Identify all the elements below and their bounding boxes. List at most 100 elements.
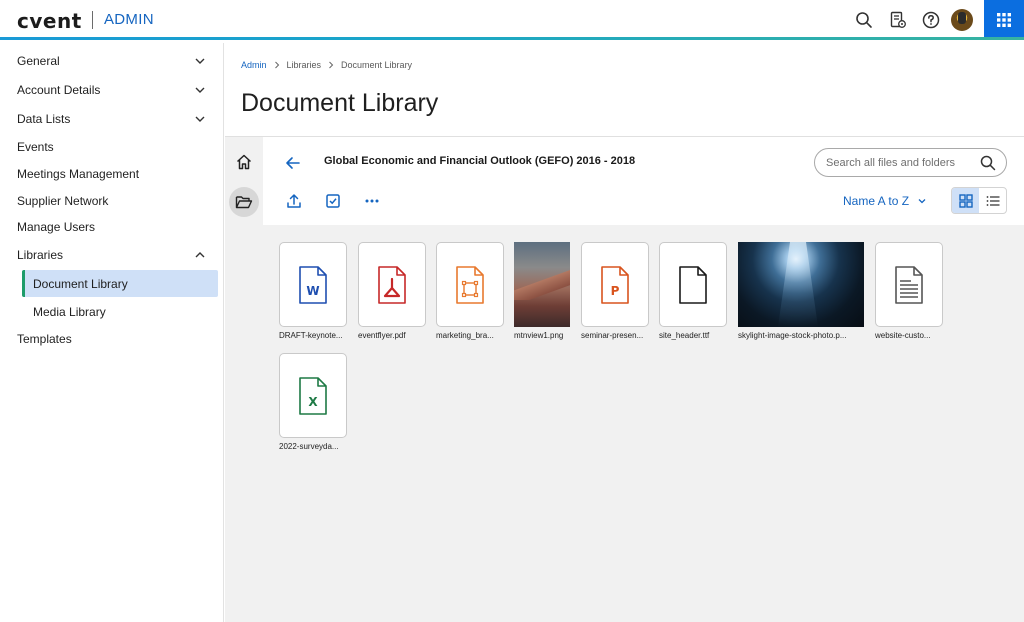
sort-label: Name A to Z xyxy=(843,194,910,208)
chevron-down-icon xyxy=(195,58,205,64)
file-thumbnail[interactable] xyxy=(358,242,426,327)
logo-divider xyxy=(92,11,93,29)
file-thumbnail[interactable] xyxy=(436,242,504,327)
file-card[interactable]: P seminar-presen... xyxy=(581,242,649,340)
vector-file-icon xyxy=(456,265,484,304)
cvent-logo[interactable]: cvent xyxy=(17,9,82,33)
file-name: seminar-presen... xyxy=(581,331,644,340)
sidebar-item-data-lists[interactable]: Data Lists xyxy=(0,106,224,132)
chevron-down-icon xyxy=(195,87,205,93)
arrow-left-icon xyxy=(286,157,300,169)
report-settings-icon[interactable] xyxy=(887,9,909,31)
file-card[interactable]: website-custo... xyxy=(875,242,943,340)
sort-dropdown[interactable]: Name A to Z xyxy=(843,194,927,208)
more-options-button[interactable] xyxy=(363,192,381,210)
home-icon xyxy=(236,154,252,170)
file-thumbnail[interactable] xyxy=(659,242,727,327)
sidebar-item-events[interactable]: Events xyxy=(0,134,224,160)
chevron-right-icon xyxy=(329,61,334,69)
home-button[interactable] xyxy=(229,147,259,177)
sidebar-item-label: Meetings Management xyxy=(17,167,140,181)
admin-section-label[interactable]: ADMIN xyxy=(104,11,154,28)
sidebar: General Account Details Data Lists Event… xyxy=(0,43,224,622)
file-name: eventflyer.pdf xyxy=(358,331,406,340)
file-card[interactable]: X 2022-surveyda... xyxy=(279,353,347,451)
folder-header: Global Economic and Financial Outlook (G… xyxy=(263,137,1024,225)
sidebar-item-label: Templates xyxy=(17,332,72,346)
grid-view-button[interactable] xyxy=(952,188,979,213)
file-card[interactable]: site_header.ttf xyxy=(659,242,727,340)
sidebar-item-label: Document Library xyxy=(33,276,128,291)
file-name: 2022-surveyda... xyxy=(279,442,339,451)
file-card[interactable]: marketing_bra... xyxy=(436,242,504,340)
library-panel: Global Economic and Financial Outlook (G… xyxy=(225,136,1024,622)
file-card[interactable]: eventflyer.pdf xyxy=(358,242,426,340)
file-card[interactable]: skylight-image-stock-photo.p... xyxy=(738,242,864,340)
select-button[interactable] xyxy=(324,192,342,210)
file-thumbnail[interactable]: W xyxy=(279,242,347,327)
breadcrumb-document-library: Document Library xyxy=(341,60,413,70)
upload-button[interactable] xyxy=(285,192,303,210)
sidebar-item-supplier-network[interactable]: Supplier Network xyxy=(0,188,224,214)
mountain-photo xyxy=(514,242,570,327)
breadcrumb-libraries[interactable]: Libraries xyxy=(287,60,322,70)
library-rail xyxy=(225,137,263,622)
breadcrumb-admin[interactable]: Admin xyxy=(241,60,267,70)
file-name: mtnview1.png xyxy=(514,331,564,340)
file-thumbnail[interactable] xyxy=(514,242,570,327)
apps-grid-button[interactable] xyxy=(984,0,1024,40)
sidebar-item-label: Libraries xyxy=(17,248,64,262)
file-card[interactable]: mtnview1.png xyxy=(514,242,570,340)
apps-grid-icon xyxy=(997,13,1011,27)
breadcrumb: Admin Libraries Document Library xyxy=(241,60,412,70)
sidebar-item-label: General xyxy=(17,54,60,68)
file-thumbnail[interactable]: P xyxy=(581,242,649,327)
sidebar-item-account-details[interactable]: Account Details xyxy=(0,77,224,103)
page-title: Document Library xyxy=(241,89,439,117)
sidebar-item-label: Events xyxy=(17,140,54,154)
checkbox-icon xyxy=(326,194,340,208)
sidebar-item-libraries[interactable]: Libraries xyxy=(0,242,224,268)
svg-text:P: P xyxy=(611,284,620,298)
top-header: cvent ADMIN xyxy=(0,0,1024,40)
svg-text:X: X xyxy=(308,395,318,409)
sidebar-item-label: Supplier Network xyxy=(17,194,109,208)
search-icon[interactable] xyxy=(853,9,875,31)
chevron-right-icon xyxy=(274,61,279,69)
file-thumbnail[interactable]: X xyxy=(279,353,347,438)
chevron-down-icon xyxy=(918,199,926,204)
sidebar-item-document-library[interactable]: Document Library xyxy=(22,270,218,297)
help-icon[interactable] xyxy=(920,9,942,31)
grid-icon xyxy=(958,194,973,208)
sidebar-item-media-library[interactable]: Media Library xyxy=(22,298,218,325)
sidebar-item-manage-users[interactable]: Manage Users xyxy=(0,214,224,240)
file-name: DRAFT-keynote... xyxy=(279,331,343,340)
text-document-icon xyxy=(895,265,923,304)
file-name: marketing_bra... xyxy=(436,331,494,340)
sidebar-item-templates[interactable]: Templates xyxy=(0,326,224,352)
folders-button[interactable] xyxy=(229,187,259,217)
avatar[interactable] xyxy=(951,9,973,31)
file-thumbnail[interactable] xyxy=(875,242,943,327)
chevron-down-icon xyxy=(195,116,205,122)
list-icon xyxy=(986,196,999,206)
search-icon[interactable] xyxy=(980,155,996,171)
list-view-button[interactable] xyxy=(979,188,1006,213)
file-card[interactable]: W DRAFT-keynote... xyxy=(279,242,347,340)
sidebar-item-general[interactable]: General xyxy=(0,48,224,74)
file-name: website-custo... xyxy=(875,331,931,340)
skylight-photo xyxy=(738,242,864,327)
file-grid: W DRAFT-keynote... eventflyer.pdf market… xyxy=(263,225,1024,622)
sidebar-item-meetings-management[interactable]: Meetings Management xyxy=(0,161,224,187)
search-field[interactable] xyxy=(814,148,1007,177)
back-button[interactable] xyxy=(283,153,303,173)
search-input[interactable] xyxy=(826,156,976,169)
sidebar-item-label: Account Details xyxy=(17,83,101,97)
file-thumbnail[interactable] xyxy=(738,242,864,327)
more-horizontal-icon xyxy=(365,199,379,203)
svg-text:W: W xyxy=(306,284,319,298)
chevron-up-icon xyxy=(195,252,205,258)
pdf-file-icon xyxy=(378,265,406,304)
file-name: skylight-image-stock-photo.p... xyxy=(738,331,847,340)
main-content: Admin Libraries Document Library Documen… xyxy=(225,43,1024,622)
